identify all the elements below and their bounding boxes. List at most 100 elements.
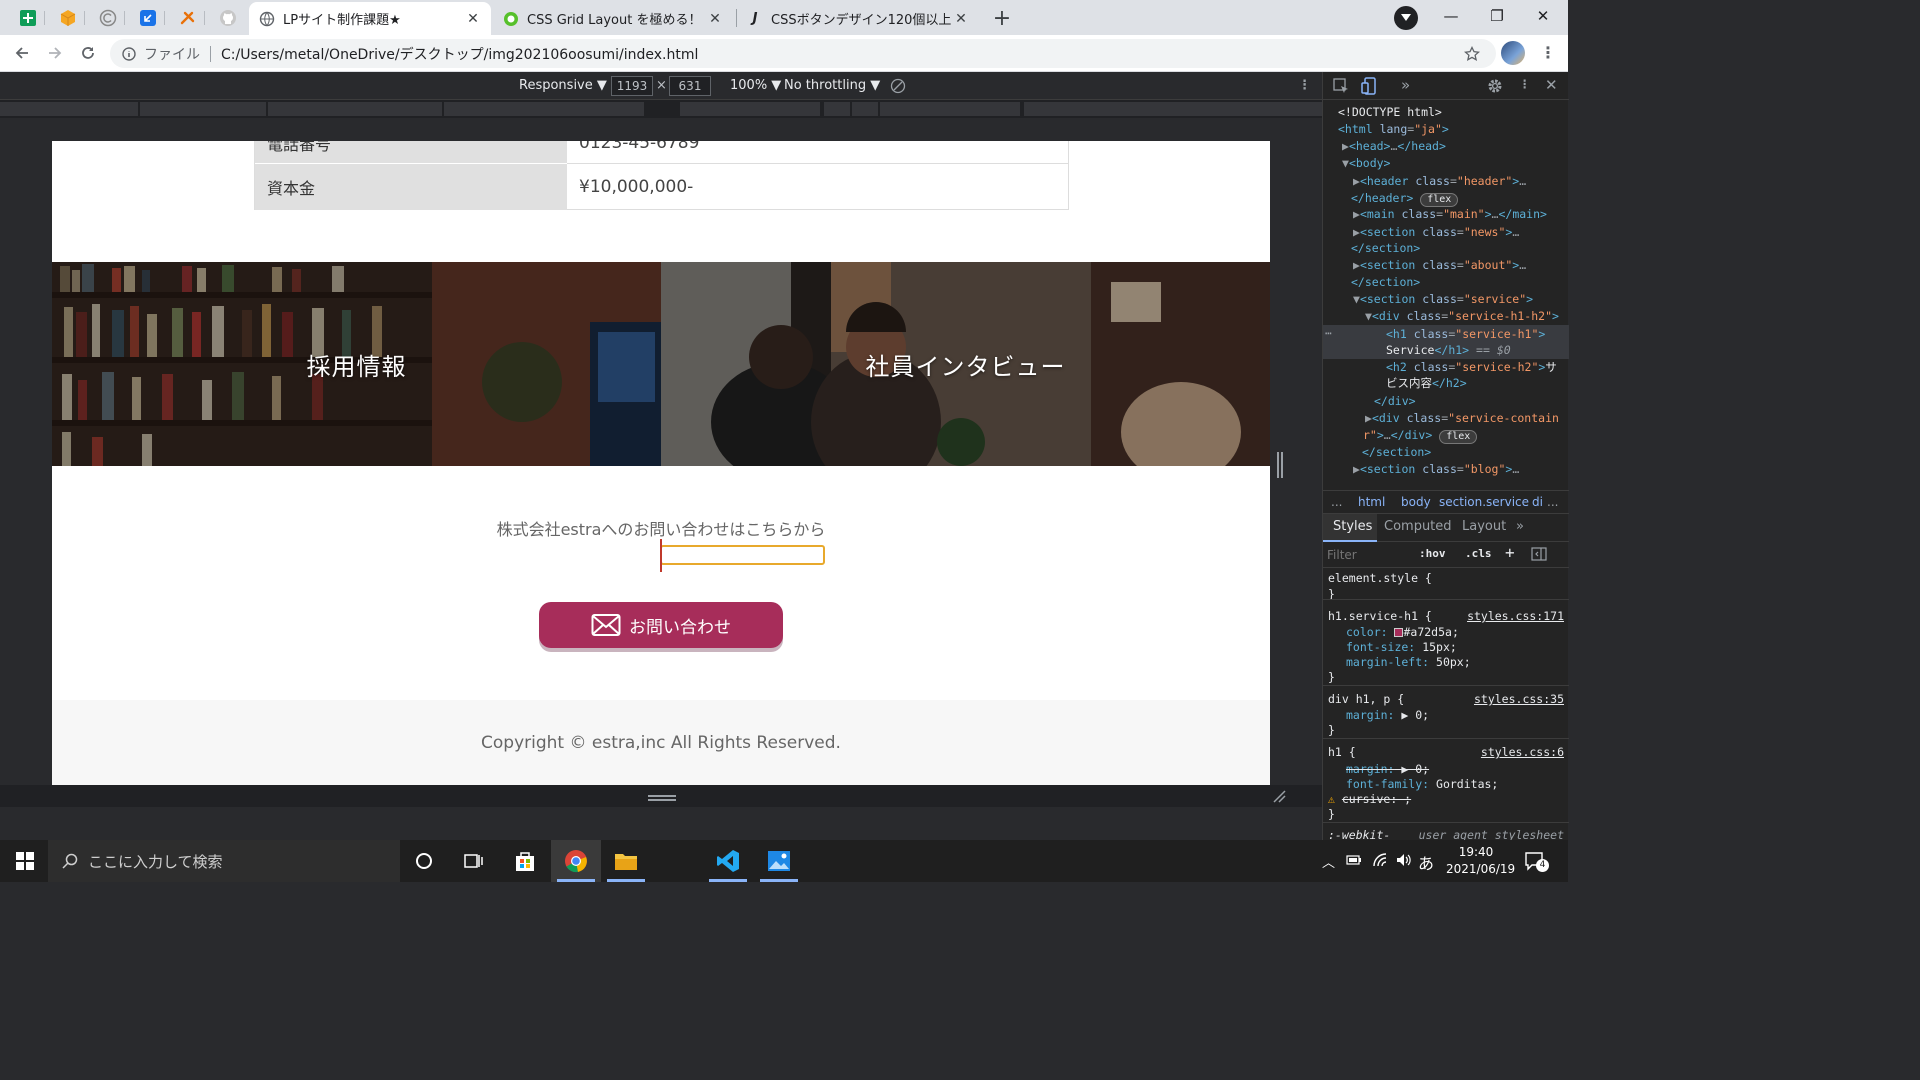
- pinned-tab-app[interactable]: [131, 4, 165, 32]
- devtools-menu-icon[interactable]: ⋮: [1519, 77, 1531, 91]
- css-selector[interactable]: h1.service-h1 {: [1328, 609, 1432, 624]
- resize-width-handle[interactable]: [1277, 452, 1283, 478]
- css-selector[interactable]: div h1, p {: [1328, 692, 1404, 707]
- dom-line[interactable]: </section>: [1351, 240, 1420, 256]
- rotate-button[interactable]: [890, 78, 906, 94]
- tab-search-button[interactable]: [1394, 6, 1418, 30]
- pinned-tab-scratch[interactable]: [171, 4, 205, 32]
- css-declaration[interactable]: margin-left: 50px;: [1346, 655, 1471, 670]
- css-declaration[interactable]: margin: ▶ 0;: [1346, 762, 1429, 777]
- css-source-link[interactable]: styles.css:171: [1467, 609, 1564, 623]
- more-tabs-icon[interactable]: »: [1516, 519, 1524, 534]
- dom-line[interactable]: Service</h1> == $0: [1386, 342, 1511, 358]
- inspect-icon[interactable]: [1333, 78, 1349, 94]
- add-rule-icon[interactable]: +: [1505, 543, 1515, 562]
- breadcrumb-item[interactable]: html: [1358, 495, 1385, 509]
- close-window-button[interactable]: ✕: [1520, 0, 1566, 32]
- address-bar[interactable]: ファイル C:/Users/metal/OneDrive/デスクトップ/img2…: [110, 39, 1496, 68]
- store-button[interactable]: [500, 840, 550, 882]
- css-source-link[interactable]: styles.css:35: [1474, 692, 1564, 706]
- dom-line[interactable]: ▶<section class="news">…: [1353, 224, 1519, 240]
- forward-button[interactable]: [41, 39, 69, 67]
- more-panels-icon[interactable]: »: [1401, 76, 1410, 94]
- clock[interactable]: 19:40 2021/06/19: [1446, 844, 1515, 878]
- resize-corner-handle[interactable]: [1272, 789, 1286, 803]
- maximize-button[interactable]: ❐: [1474, 0, 1520, 32]
- interview-banner[interactable]: 社員インタビュー: [661, 262, 1270, 466]
- cls-button[interactable]: .cls: [1465, 547, 1492, 560]
- hov-button[interactable]: :hov: [1419, 547, 1446, 560]
- cortana-button[interactable]: [399, 840, 449, 882]
- new-tab-button[interactable]: +: [985, 4, 1019, 32]
- volume-icon[interactable]: [1396, 853, 1412, 867]
- throttling-select[interactable]: No throttling ▼: [784, 78, 880, 93]
- tab-css-grid[interactable]: CSS Grid Layout を極める！（基礎 ✕: [493, 2, 733, 35]
- back-button[interactable]: [8, 39, 36, 67]
- pinned-tab-c[interactable]: [91, 4, 125, 32]
- pinned-tab-box[interactable]: [51, 4, 85, 32]
- css-declaration[interactable]: font-family: Gorditas;: [1346, 777, 1498, 792]
- css-declaration[interactable]: color: #a72d5a;: [1346, 625, 1459, 640]
- profile-avatar[interactable]: [1501, 41, 1525, 65]
- close-devtools-icon[interactable]: ✕: [1545, 76, 1558, 94]
- dom-line[interactable]: </header> flex: [1351, 190, 1459, 207]
- css-declaration[interactable]: margin: ▶ 0;: [1346, 708, 1429, 723]
- dom-line[interactable]: ⋯: [1325, 325, 1332, 341]
- dom-line[interactable]: <!DOCTYPE html>: [1338, 104, 1442, 120]
- css-selector[interactable]: h1 {: [1328, 745, 1356, 760]
- task-view-button[interactable]: [449, 840, 499, 882]
- photos-taskbar-button[interactable]: [754, 840, 804, 882]
- tray-chevron-icon[interactable]: ︿: [1322, 852, 1335, 871]
- dom-line[interactable]: ▼<body>: [1342, 155, 1390, 171]
- ime-indicator[interactable]: あ: [1418, 850, 1434, 874]
- width-input[interactable]: 1193: [611, 76, 653, 96]
- tab-lp-site[interactable]: LPサイト制作課題★ ✕: [249, 2, 491, 35]
- breadcrumb-item[interactable]: body: [1401, 495, 1431, 509]
- device-bar-menu-icon[interactable]: ⋮: [1298, 78, 1311, 93]
- breadcrumb-item[interactable]: ...: [1547, 495, 1558, 509]
- contact-button[interactable]: お問い合わせ: [539, 602, 783, 648]
- dom-line[interactable]: ▶<header class="header">…: [1353, 173, 1526, 189]
- explorer-taskbar-button[interactable]: [601, 840, 651, 882]
- minimize-button[interactable]: —: [1428, 0, 1474, 32]
- device-mode-select[interactable]: Responsive ▼: [519, 78, 607, 93]
- breadcrumb-item[interactable]: section.service: [1439, 495, 1529, 509]
- dom-line[interactable]: ▶<head>…</head>: [1342, 138, 1446, 154]
- vscode-taskbar-button[interactable]: [703, 840, 753, 882]
- pinned-tab-github[interactable]: [211, 4, 245, 32]
- dom-line[interactable]: </section>: [1351, 274, 1420, 290]
- dom-line[interactable]: ▼<section class="service">: [1353, 291, 1533, 307]
- tab-layout[interactable]: Layout: [1462, 519, 1506, 534]
- dom-line[interactable]: <html lang="ja">: [1338, 121, 1449, 137]
- dom-line[interactable]: ▶<main class="main">…</main>: [1353, 206, 1547, 222]
- dom-line[interactable]: <h2 class="service-h2">サ: [1386, 359, 1557, 375]
- dom-line[interactable]: ▶<div class="service-contain: [1365, 410, 1559, 426]
- tab-styles[interactable]: Styles: [1333, 519, 1372, 534]
- close-tab-icon[interactable]: ✕: [953, 11, 969, 27]
- resize-height-handle[interactable]: [648, 795, 676, 801]
- tab-computed[interactable]: Computed: [1384, 519, 1452, 534]
- dom-line[interactable]: </div>: [1374, 393, 1416, 409]
- dom-line[interactable]: ▼<div class="service-h1-h2">: [1365, 308, 1559, 324]
- dom-line[interactable]: ▶<section class="about">…: [1353, 257, 1526, 273]
- close-tab-icon[interactable]: ✕: [465, 11, 481, 27]
- sidebar-toggle-icon[interactable]: [1531, 547, 1547, 561]
- taskbar-search[interactable]: ここに入力して検索: [48, 840, 400, 882]
- zoom-select[interactable]: 100% ▼: [730, 78, 781, 93]
- battery-icon[interactable]: [1346, 854, 1362, 866]
- dom-line[interactable]: ビス内容</h2>: [1386, 375, 1467, 391]
- pinned-tab-sheets[interactable]: [11, 4, 45, 32]
- filter-input[interactable]: [1327, 545, 1415, 565]
- recruit-banner[interactable]: 採用情報: [52, 262, 661, 466]
- reload-button[interactable]: [74, 39, 102, 67]
- star-icon[interactable]: [1464, 45, 1480, 62]
- css-selector[interactable]: element.style {: [1328, 571, 1432, 586]
- close-tab-icon[interactable]: ✕: [707, 11, 723, 27]
- css-declaration[interactable]: ⚠ cursive: ;: [1328, 792, 1411, 807]
- chrome-taskbar-button[interactable]: [551, 840, 601, 882]
- dom-line[interactable]: <h1 class="service-h1">: [1386, 326, 1545, 342]
- browser-menu-icon[interactable]: ⋮: [1540, 43, 1556, 62]
- dom-line[interactable]: ▶<section class="blog">…: [1353, 461, 1519, 477]
- breadcrumb-item[interactable]: di: [1532, 495, 1543, 509]
- dom-line[interactable]: r">…</div> flex: [1363, 427, 1478, 444]
